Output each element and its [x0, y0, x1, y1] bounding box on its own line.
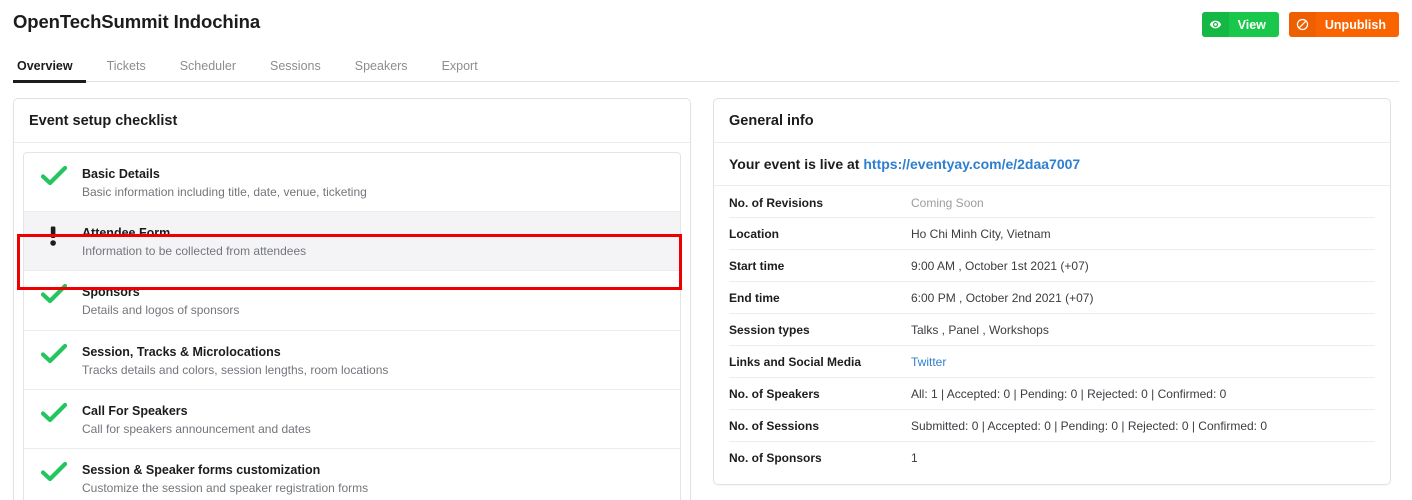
- green-check-icon: [38, 460, 82, 482]
- info-value: Coming Soon: [911, 195, 984, 210]
- checklist-item-text: Call For Speakers Call for speakers anno…: [82, 401, 311, 437]
- checklist-item-desc: Customize the session and speaker regist…: [82, 480, 369, 495]
- green-check-icon: [38, 282, 82, 304]
- unpublish-button-label: Unpublish: [1324, 17, 1386, 32]
- page-header: OpenTechSummit Indochina View Unpublish: [0, 0, 1412, 50]
- checklist-item-text: Basic Details Basic information includin…: [82, 164, 367, 200]
- checklist-item-text: Session & Speaker forms customization Cu…: [82, 460, 368, 496]
- checklist-body: Basic Details Basic information includin…: [14, 143, 690, 500]
- info-label: No. of Revisions: [729, 195, 824, 210]
- general-info-table: No. of Revisions Coming Soon Location Ho…: [714, 186, 1390, 484]
- tab-speakers[interactable]: Speakers: [338, 59, 425, 82]
- tabs: Overview Tickets Scheduler Sessions Spea…: [13, 50, 1399, 83]
- info-row-revisions: No. of Revisions Coming Soon: [729, 186, 1375, 218]
- info-value: Submitted: 0 | Accepted: 0 | Pending: 0 …: [911, 418, 1268, 433]
- event-setup-checklist-card: Event setup checklist Basic Details Basi…: [13, 98, 691, 500]
- checklist-list: Basic Details Basic information includin…: [23, 152, 681, 500]
- info-row-sessions: No. of Sessions Submitted: 0 | Accepted:…: [729, 410, 1375, 442]
- checklist-item-text: Session, Tracks & Microlocations Tracks …: [82, 342, 388, 378]
- tab-overview[interactable]: Overview: [13, 59, 90, 83]
- checklist-item-basic-details[interactable]: Basic Details Basic information includin…: [24, 153, 680, 213]
- checklist-item-name: Basic Details: [82, 167, 160, 181]
- general-info-title: General info: [714, 99, 1390, 143]
- checklist-item-sessions-tracks[interactable]: Session, Tracks & Microlocations Tracks …: [24, 330, 680, 390]
- info-label: No. of Speakers: [729, 386, 820, 401]
- info-value: Twitter: [911, 355, 946, 369]
- checklist-item-forms-customization[interactable]: Session & Speaker forms customization Cu…: [24, 448, 680, 500]
- info-value: All: 1 | Accepted: 0 | Pending: 0 | Reje…: [911, 386, 1227, 401]
- unpublish-button[interactable]: Unpublish: [1288, 12, 1399, 37]
- info-value: Ho Chi Minh City, Vietnam: [911, 226, 1051, 241]
- info-value: 1: [911, 451, 918, 465]
- general-info-card: General info Your event is live at https…: [713, 98, 1391, 485]
- event-live-banner: Your event is live at https://eventyay.c…: [714, 143, 1390, 186]
- twitter-link[interactable]: Twitter: [911, 355, 946, 369]
- checklist-item-desc: Details and logos of sponsors: [82, 303, 240, 318]
- page-title: OpenTechSummit Indochina: [13, 11, 261, 32]
- view-button[interactable]: View: [1201, 12, 1279, 37]
- tab-scheduler[interactable]: Scheduler: [163, 59, 253, 82]
- green-check-icon: [38, 164, 82, 186]
- info-label: No. of Sessions: [729, 418, 820, 433]
- checklist-item-text: Sponsors Details and logos of sponsors: [82, 282, 239, 318]
- info-label: Links and Social Media: [729, 354, 862, 369]
- checklist-item-desc: Call for speakers announcement and dates: [82, 421, 311, 436]
- eye-icon: [1201, 12, 1229, 37]
- info-value: Talks , Panel , Workshops: [911, 322, 1049, 337]
- info-label: Start time: [729, 258, 785, 273]
- checklist-item-desc: Basic information including title, date,…: [82, 185, 367, 199]
- main-content: Event setup checklist Basic Details Basi…: [0, 82, 1412, 500]
- checklist-item-name: Attendee Form: [82, 226, 171, 241]
- info-row-session-types: Session types Talks , Panel , Workshops: [729, 314, 1375, 346]
- tab-export[interactable]: Export: [425, 59, 495, 82]
- info-label: Location: [729, 226, 779, 241]
- info-row-end-time: End time 6:00 PM , October 2nd 2021 (+07…: [729, 282, 1375, 314]
- checklist-item-name: Call For Speakers: [82, 403, 188, 418]
- tab-sessions[interactable]: Sessions: [253, 59, 338, 82]
- checklist-item-attendee-form[interactable]: Attendee Form Information to be collecte…: [24, 212, 680, 272]
- tab-bar: Overview Tickets Scheduler Sessions Spea…: [13, 50, 1399, 83]
- info-label: Session types: [729, 322, 810, 337]
- tab-tickets[interactable]: Tickets: [90, 59, 163, 82]
- checklist-title: Event setup checklist: [14, 99, 690, 143]
- checklist-item-sponsors[interactable]: Sponsors Details and logos of sponsors: [24, 271, 680, 331]
- header-actions: View Unpublish: [1201, 12, 1399, 37]
- view-button-label: View: [1237, 17, 1266, 32]
- info-value: 6:00 PM , October 2nd 2021 (+07): [911, 290, 1094, 305]
- info-row-location: Location Ho Chi Minh City, Vietnam: [729, 218, 1375, 250]
- info-row-start-time: Start time 9:00 AM , October 1st 2021 (+…: [729, 250, 1375, 282]
- info-row-speakers: No. of Speakers All: 1 | Accepted: 0 | P…: [729, 378, 1375, 410]
- checklist-item-text: Attendee Form Information to be collecte…: [82, 223, 306, 259]
- live-banner-prefix: Your event is live at: [729, 156, 860, 172]
- checklist-item-name: Session, Tracks & Microlocations: [82, 344, 281, 359]
- green-check-icon: [38, 342, 82, 364]
- info-value: 9:00 AM , October 1st 2021 (+07): [911, 258, 1089, 273]
- checklist-item-desc: Tracks details and colors, session lengt…: [82, 362, 389, 377]
- checklist-item-name: Session & Speaker forms customization: [82, 462, 321, 477]
- green-check-icon: [38, 401, 82, 423]
- checklist-item-call-for-speakers[interactable]: Call For Speakers Call for speakers anno…: [24, 389, 680, 449]
- checklist-item-desc: Information to be collected from attende…: [82, 244, 307, 259]
- info-row-sponsors: No. of Sponsors 1: [729, 442, 1375, 474]
- info-label: No. of Sponsors: [729, 451, 822, 465]
- event-url-link[interactable]: https://eventyay.com/e/2daa7007: [863, 156, 1080, 172]
- info-label: End time: [729, 290, 780, 305]
- checklist-item-name: Sponsors: [82, 285, 140, 300]
- exclamation-icon: [38, 223, 82, 247]
- no-entry-icon: [1288, 12, 1316, 37]
- info-row-links-social: Links and Social Media Twitter: [729, 346, 1375, 378]
